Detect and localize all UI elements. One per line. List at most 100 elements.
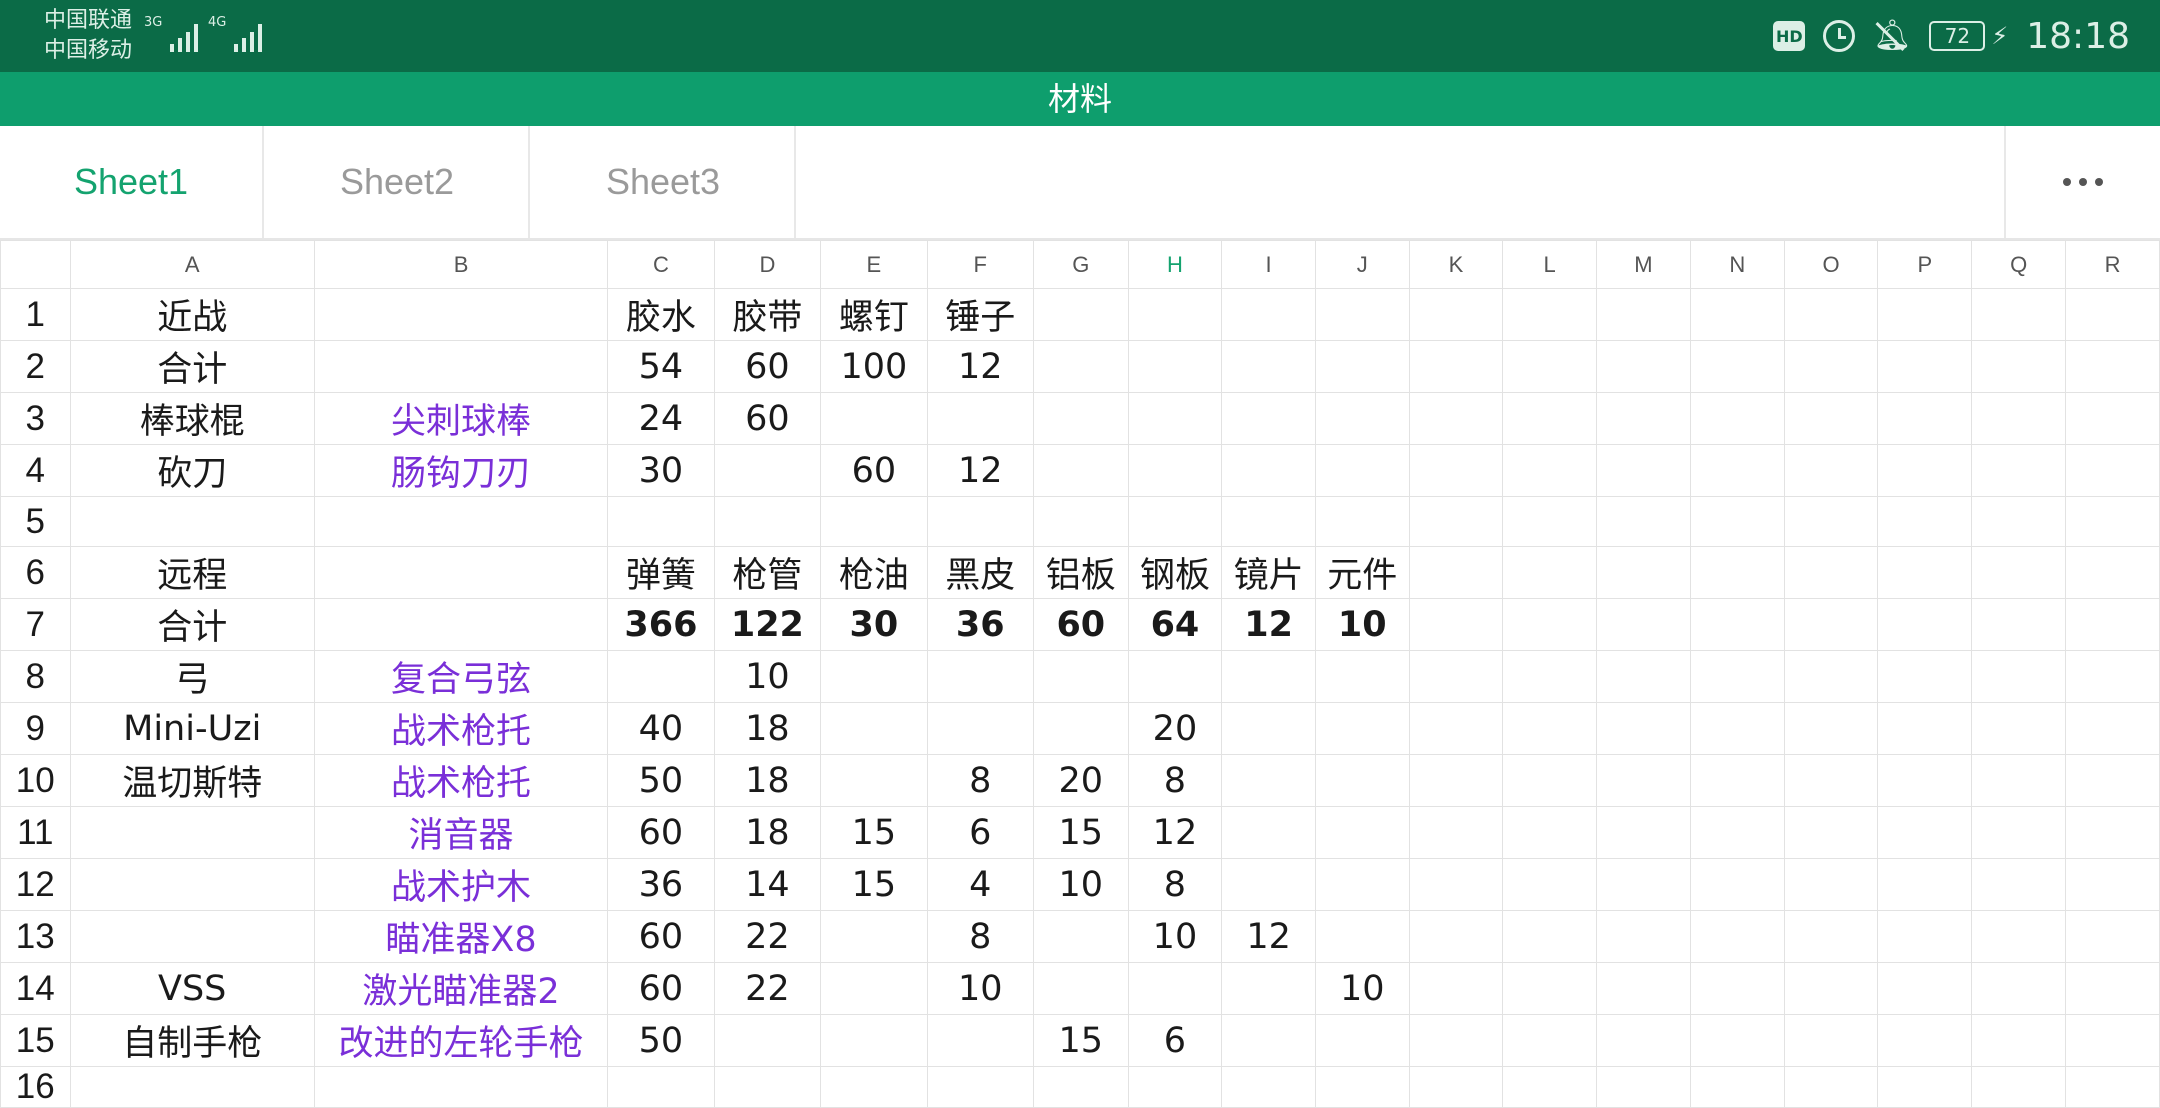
cell-j[interactable] — [1314, 1014, 1410, 1067]
cell-b[interactable]: 肠钩刀刃 — [313, 444, 609, 497]
cell-g[interactable] — [1033, 288, 1129, 341]
cell-k[interactable] — [1408, 546, 1504, 599]
cell-m[interactable] — [1596, 962, 1691, 1015]
row-header[interactable]: 14 — [0, 962, 71, 1015]
cell-f[interactable]: 黑皮 — [926, 546, 1035, 599]
cell-f[interactable]: 36 — [926, 598, 1035, 651]
cell-m[interactable] — [1596, 444, 1691, 497]
cell-h[interactable] — [1127, 288, 1223, 341]
cell-l[interactable] — [1502, 962, 1598, 1015]
cell-r[interactable] — [2065, 754, 2160, 807]
cell-p[interactable] — [1877, 754, 1973, 807]
cell-q[interactable] — [1971, 702, 2067, 755]
cell-l[interactable] — [1502, 496, 1598, 547]
row-header[interactable]: 16 — [0, 1066, 71, 1108]
cell-i[interactable] — [1221, 444, 1316, 497]
cell-a[interactable] — [69, 496, 315, 547]
cell-l[interactable] — [1502, 806, 1598, 859]
cell-m[interactable] — [1596, 340, 1691, 393]
cell-c[interactable]: 40 — [607, 702, 715, 755]
cell-p[interactable] — [1877, 546, 1973, 599]
cell-n[interactable] — [1689, 858, 1785, 911]
cell-i[interactable] — [1221, 650, 1316, 703]
cell-i[interactable] — [1221, 962, 1316, 1015]
cell-i[interactable] — [1221, 702, 1316, 755]
cell-e[interactable] — [820, 392, 928, 445]
cell-i[interactable] — [1221, 1014, 1316, 1067]
cell-i[interactable] — [1221, 496, 1316, 547]
cell-i[interactable] — [1221, 392, 1316, 445]
cell-n[interactable] — [1689, 340, 1785, 393]
cell-m[interactable] — [1596, 288, 1691, 341]
cell-m[interactable] — [1596, 598, 1691, 651]
row-header[interactable]: 11 — [0, 806, 71, 859]
cell-e[interactable]: 枪油 — [820, 546, 928, 599]
tab-sheet2[interactable]: Sheet2 — [266, 126, 530, 238]
cell-j[interactable]: 元件 — [1314, 546, 1410, 599]
cell-f[interactable]: 6 — [926, 806, 1035, 859]
cell-g[interactable]: 铝板 — [1033, 546, 1129, 599]
cell-f[interactable] — [926, 496, 1035, 547]
cell-l[interactable] — [1502, 340, 1598, 393]
cell-a[interactable] — [69, 910, 315, 963]
row-header[interactable]: 10 — [0, 754, 71, 807]
cell-j[interactable] — [1314, 444, 1410, 497]
cell-c[interactable]: 50 — [607, 1014, 715, 1067]
cell-f[interactable]: 12 — [926, 340, 1035, 393]
cell-q[interactable] — [1971, 392, 2067, 445]
cell-d[interactable]: 122 — [713, 598, 822, 651]
cell-h[interactable]: 6 — [1127, 1014, 1223, 1067]
cell-p[interactable] — [1877, 288, 1973, 341]
cell-g[interactable]: 15 — [1033, 806, 1129, 859]
cell-e[interactable] — [820, 1014, 928, 1067]
cell-e[interactable] — [820, 910, 928, 963]
cell-b[interactable] — [313, 1066, 609, 1108]
cell-n[interactable] — [1689, 1066, 1785, 1108]
cell-f[interactable] — [926, 1066, 1035, 1108]
cell-c[interactable]: 60 — [607, 962, 715, 1015]
row-header[interactable]: 9 — [0, 702, 71, 755]
cell-m[interactable] — [1596, 650, 1691, 703]
cell-b[interactable] — [313, 598, 609, 651]
cell-n[interactable] — [1689, 598, 1785, 651]
cell-g[interactable] — [1033, 702, 1129, 755]
cell-g[interactable]: 15 — [1033, 1014, 1129, 1067]
cell-p[interactable] — [1877, 910, 1973, 963]
cell-a[interactable]: 合计 — [69, 340, 315, 393]
cell-f[interactable]: 12 — [926, 444, 1035, 497]
cell-b[interactable]: 消音器 — [313, 806, 609, 859]
column-header-d[interactable]: D — [713, 240, 822, 289]
cell-j[interactable] — [1314, 702, 1410, 755]
cell-n[interactable] — [1689, 806, 1785, 859]
cell-r[interactable] — [2065, 288, 2160, 341]
cell-o[interactable] — [1783, 340, 1879, 393]
column-header-r[interactable]: R — [2065, 240, 2160, 289]
cell-b[interactable]: 尖刺球棒 — [313, 392, 609, 445]
cell-i[interactable] — [1221, 1066, 1316, 1108]
cell-b[interactable] — [313, 546, 609, 599]
cell-e[interactable] — [820, 962, 928, 1015]
cell-g[interactable] — [1033, 496, 1129, 547]
cell-k[interactable] — [1408, 962, 1504, 1015]
cell-q[interactable] — [1971, 598, 2067, 651]
cell-d[interactable] — [713, 444, 822, 497]
cell-k[interactable] — [1408, 496, 1504, 547]
cell-j[interactable]: 10 — [1314, 598, 1410, 651]
cell-d[interactable] — [713, 496, 822, 547]
cell-d[interactable]: 14 — [713, 858, 822, 911]
cell-a[interactable] — [69, 1066, 315, 1108]
column-header-k[interactable]: K — [1408, 240, 1504, 289]
cell-f[interactable]: 8 — [926, 754, 1035, 807]
cell-i[interactable]: 镜片 — [1221, 546, 1316, 599]
cell-o[interactable] — [1783, 858, 1879, 911]
cell-l[interactable] — [1502, 288, 1598, 341]
cell-k[interactable] — [1408, 702, 1504, 755]
cell-q[interactable] — [1971, 806, 2067, 859]
cell-f[interactable]: 4 — [926, 858, 1035, 911]
more-options-button[interactable] — [2004, 126, 2160, 238]
cell-j[interactable] — [1314, 910, 1410, 963]
row-header[interactable]: 3 — [0, 392, 71, 445]
cell-b[interactable]: 改进的左轮手枪 — [313, 1014, 609, 1067]
column-header-a[interactable]: A — [69, 240, 315, 289]
cell-r[interactable] — [2065, 806, 2160, 859]
